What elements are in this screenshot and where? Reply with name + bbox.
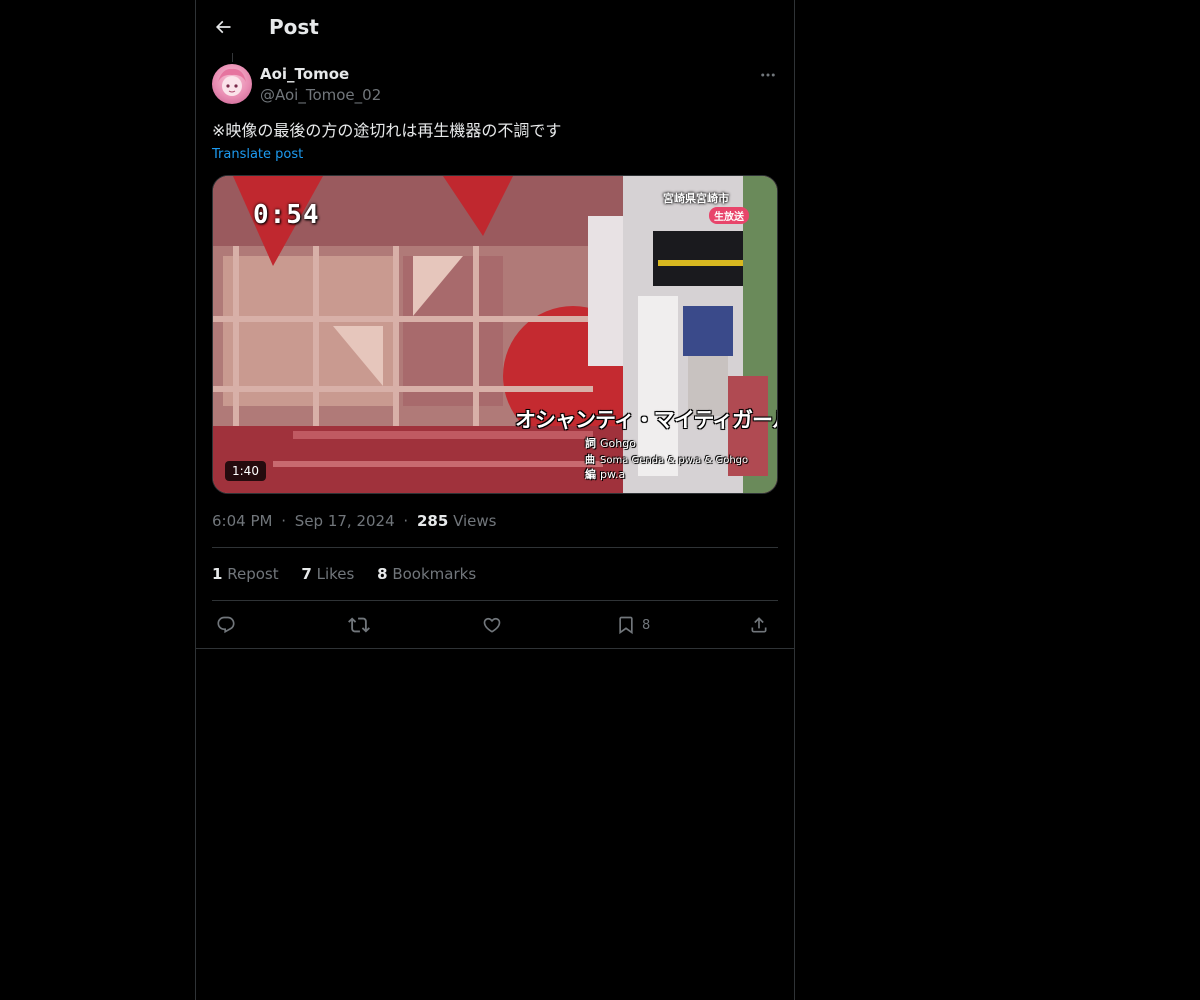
- video-overlay-credit: 詞 Gohgo: [585, 437, 636, 450]
- video-overlay-location: 宮崎県宮崎市: [663, 192, 729, 205]
- thread-connector: [232, 53, 233, 62]
- bookmark-button[interactable]: 8: [616, 612, 650, 638]
- reply-button[interactable]: [216, 612, 236, 638]
- views-count: 285: [416, 512, 449, 530]
- meta-separator: ·: [281, 512, 287, 530]
- video-overlay-timer: 0:54: [253, 200, 320, 230]
- bookmark-icon: [619, 616, 633, 635]
- divider: [212, 600, 778, 601]
- share-button[interactable]: [749, 612, 769, 638]
- divider: [212, 547, 778, 548]
- action-bar: 8: [212, 612, 778, 638]
- video-duration-badge: 1:40: [225, 461, 266, 481]
- primary-column: Post Aoi_Tomoe @Aoi_Tomoe_02 ※映像の最後の方の途切…: [195, 0, 795, 1000]
- translate-post-link[interactable]: Translate post: [212, 146, 303, 164]
- meta-separator: ·: [403, 512, 409, 530]
- author-handle[interactable]: @Aoi_Tomoe_02: [260, 85, 381, 105]
- repost-button[interactable]: [348, 612, 370, 638]
- post-stats: 1 Repost 7 Likes 8 Bookmarks: [212, 564, 494, 584]
- avatar-image: [218, 68, 246, 96]
- video-overlay-live-badge: 生放送: [709, 207, 749, 224]
- post-bottom-border: [196, 648, 794, 649]
- video-player[interactable]: 0:54 宮崎県宮崎市 生放送 オシャンティ・マイティガール 詞 Gohgo 曲S…: [212, 175, 778, 494]
- like-button[interactable]: [482, 612, 502, 638]
- post-date[interactable]: Sep 17, 2024: [295, 512, 395, 530]
- likes-stat[interactable]: 7 Likes: [301, 565, 354, 583]
- more-options-button[interactable]: [756, 64, 780, 86]
- heart-icon: [483, 617, 501, 633]
- page-title: Post: [269, 15, 319, 39]
- views-label: Views: [453, 512, 497, 530]
- video-overlay-song-title: オシャンティ・マイティガール: [515, 408, 778, 432]
- bookmark-count: 8: [642, 617, 651, 633]
- back-button[interactable]: [209, 13, 237, 41]
- arrow-left-icon: [215, 20, 231, 34]
- page-header: Post: [196, 0, 794, 53]
- bookmarks-stat[interactable]: 8 Bookmarks: [377, 565, 476, 583]
- video-overlay-credit: 曲 Soma Genda & pw.a & Gohgo: [585, 455, 749, 466]
- repost-icon: [348, 617, 370, 633]
- post-meta: 6:04 PM · Sep 17, 2024 · 285 Views: [212, 511, 497, 531]
- video-overlay-credit: 編 pw.a: [585, 468, 626, 481]
- more-horizontal-icon: [761, 73, 775, 77]
- post-text: ※映像の最後の方の途切れは再生機器の不調です: [212, 121, 562, 140]
- post-time[interactable]: 6:04 PM: [212, 512, 272, 530]
- avatar[interactable]: [212, 64, 252, 104]
- share-icon: [751, 617, 767, 633]
- reply-icon: [217, 616, 235, 634]
- author-name[interactable]: Aoi_Tomoe: [260, 64, 349, 84]
- reposts-stat[interactable]: 1 Repost: [212, 565, 279, 583]
